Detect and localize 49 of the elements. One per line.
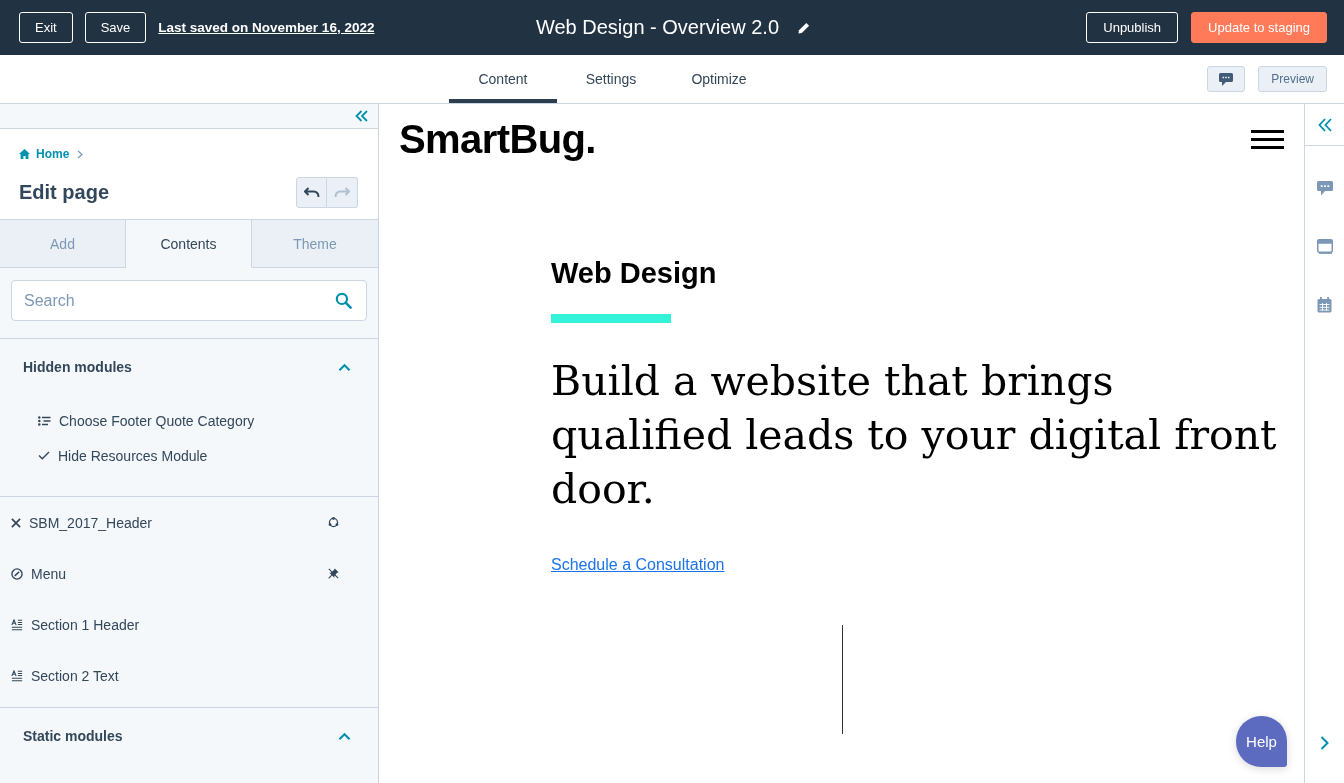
logo[interactable]: SmartBug. <box>399 119 596 159</box>
headline: Build a website that brings qualified leads to your digital front door. <box>551 356 1278 515</box>
section-heading: Static modules <box>23 728 123 744</box>
text-format-icon <box>11 618 23 631</box>
toolbar-button[interactable]: Exit <box>19 12 73 43</box>
undo-button[interactable] <box>296 177 327 208</box>
menu-icon[interactable] <box>1251 129 1284 149</box>
comment-button[interactable] <box>1207 66 1246 92</box>
page-heading: Web Design <box>551 256 717 290</box>
comment-icon <box>1219 72 1234 86</box>
check-icon <box>38 451 50 460</box>
calendar-icon[interactable] <box>1317 297 1332 313</box>
breadcrumb-link[interactable]: Home <box>19 147 70 161</box>
circle-slash-icon <box>11 567 23 580</box>
chevron-icon[interactable] <box>338 362 351 372</box>
editor-tab[interactable]: Optimize <box>665 55 773 103</box>
module-item[interactable]: Section 1 Header <box>31 616 140 633</box>
text-format-icon <box>11 669 23 682</box>
pencil-icon[interactable] <box>798 21 811 34</box>
module-item[interactable]: Section 2 Text <box>31 667 119 684</box>
section-heading: Hidden modules <box>23 359 132 375</box>
double-chevron-icon[interactable] <box>355 110 368 122</box>
preview-button[interactable]: Preview <box>1258 66 1327 92</box>
module-item[interactable]: Choose Footer Quote Category <box>59 412 255 429</box>
window-icon[interactable] <box>1316 239 1333 254</box>
panel-tab[interactable]: Contents <box>126 219 252 268</box>
cross-icon <box>11 517 21 528</box>
module-item[interactable]: Hide Resources Module <box>58 447 208 464</box>
undo-icon <box>303 187 320 198</box>
last-saved-link[interactable]: Last saved on November 16, 2022 <box>158 20 375 35</box>
comment-icon[interactable] <box>1316 181 1333 196</box>
chevron-icon[interactable] <box>338 731 351 741</box>
list-icon <box>38 415 51 426</box>
double-chevron-icon[interactable] <box>1317 117 1332 132</box>
search-icon[interactable] <box>335 292 352 309</box>
module-item[interactable]: SBM_2017_Header <box>29 514 152 531</box>
consultation-link[interactable]: Schedule a Consultation <box>551 556 725 574</box>
editor-tab[interactable]: Settings <box>557 55 665 103</box>
module-item[interactable]: Menu <box>31 565 67 582</box>
chevron-right-icon[interactable] <box>1320 736 1329 750</box>
panel-heading: Edit page <box>19 181 109 204</box>
help-button[interactable]: Help <box>1236 716 1287 767</box>
search-field[interactable]: Search <box>11 280 367 321</box>
toolbar-button[interactable]: Save <box>84 12 147 43</box>
home-icon <box>19 149 30 159</box>
page-title: Web Design - Overview 2.0 <box>535 16 780 39</box>
unpublish-button[interactable]: Unpublish <box>1086 12 1179 43</box>
chevron-right-icon <box>77 149 84 159</box>
redo-icon <box>334 187 350 198</box>
